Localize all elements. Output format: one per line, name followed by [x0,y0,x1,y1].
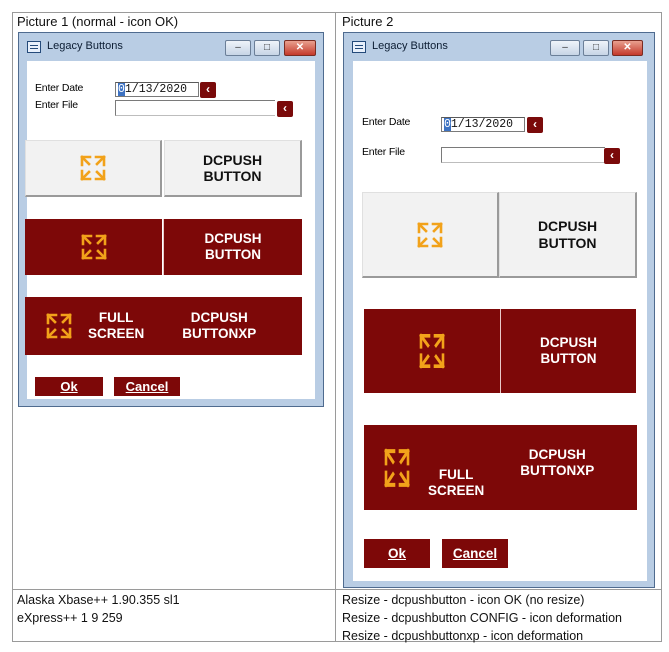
window-title: Legacy Buttons [372,40,448,52]
minimize-button[interactable]: – [225,40,251,56]
dcpush-button-config[interactable]: DCPUSH BUTTON [163,219,302,275]
close-button[interactable]: ✕ [284,40,316,56]
close-icon: ✕ [295,42,305,53]
footer-left-line: eXpress++ 1 9 259 [17,611,123,625]
ok-button[interactable]: Ok [364,539,430,568]
window-title: Legacy Buttons [47,40,123,52]
date-input[interactable]: 01/13/2020 [115,82,199,97]
dcpush-buttonxp-label: DCPUSH BUTTONXP [182,310,257,341]
dcpush-button-label: DCPUSH BUTTON [202,151,263,184]
footer-right-line: Resize - dcpushbutton CONFIG - icon defo… [342,611,622,625]
footer-left: Alaska Xbase++ 1.90.355 sl1 eXpress++ 1 … [17,591,180,627]
fullscreen-label: FULL SCREEN [428,466,485,498]
window-app-icon [352,41,366,53]
fullscreen-expand-icon [419,333,445,369]
legacy-buttons-window-1: Legacy Buttons – □ ✕ Enter Date 01/13/20… [18,32,324,407]
fullscreen-expand-icon [384,447,410,488]
dcpush-buttonxp-label: DCPUSH BUTTONXP [520,446,595,478]
dcpush-buttonxp[interactable]: FULL SCREEN DCPUSH BUTTONXP [364,425,637,510]
dcpush-button-light[interactable]: DCPUSH BUTTON [499,192,637,278]
fullscreen-expand-icon [417,221,443,248]
file-picker-button[interactable]: ‹ [277,101,293,117]
fullscreen-icon-button-light[interactable] [362,192,499,278]
ok-button-label: Ok [387,546,406,561]
close-icon: ✕ [623,42,632,53]
dcpush-button-label: DCPUSH BUTTON [204,231,262,262]
file-label: Enter File [362,146,405,158]
footer-right-line: Resize - dcpushbutton - icon OK (no resi… [342,593,585,607]
footer-right-line: Resize - dcpushbuttonxp - icon deformati… [342,629,584,643]
window-client: Enter Date 01/13/2020 ‹ Enter File ‹ DCP… [353,61,647,581]
date-label: Enter Date [362,116,411,128]
fullscreen-expand-icon [80,155,106,181]
maximize-icon: □ [263,42,271,53]
date-picker-button[interactable]: ‹ [200,82,216,98]
date-value: 1/13/2020 [124,83,188,96]
window-titlebar[interactable]: Legacy Buttons – □ ✕ [344,33,654,61]
chevron-left-icon: ‹ [206,82,210,96]
dcpush-button-config[interactable]: DCPUSH BUTTON [500,309,636,393]
window-app-icon [27,41,41,53]
dcpush-button-light[interactable]: DCPUSH BUTTON [164,140,302,197]
date-input[interactable]: 01/13/2020 [441,117,525,132]
fullscreen-expand-icon [80,234,107,260]
maximize-icon: □ [592,42,600,53]
cancel-button-label: Cancel [125,379,169,394]
legacy-buttons-window-2: Legacy Buttons – □ ✕ Enter Date 01/13/20… [343,32,655,588]
minimize-button[interactable]: – [550,40,580,56]
date-value: 1/13/2020 [450,118,514,131]
window-titlebar[interactable]: Legacy Buttons – □ ✕ [19,33,323,61]
close-button[interactable]: ✕ [612,40,643,56]
picture2-heading: Picture 2 [342,14,394,29]
chevron-left-icon: ‹ [610,148,614,162]
cancel-button[interactable]: Cancel [114,377,180,396]
picture1-heading: Picture 1 (normal - icon OK) [17,14,179,29]
minimize-icon: – [562,42,568,53]
cancel-button-label: Cancel [452,546,498,561]
chevron-left-icon: ‹ [283,101,287,115]
table-divider-horizontal [13,589,661,590]
fullscreen-expand-icon [46,313,72,339]
fullscreen-icon-button-dark[interactable] [364,309,500,393]
minimize-icon: – [235,42,241,53]
window-client: Enter Date 01/13/2020 ‹ Enter File ‹ DCP… [25,61,315,399]
file-input[interactable] [441,147,605,163]
date-cursor: 0 [444,118,451,131]
ok-button[interactable]: Ok [35,377,103,396]
chevron-left-icon: ‹ [533,117,537,131]
file-label: Enter File [35,99,78,111]
table-divider-vertical [335,13,336,641]
footer-right: Resize - dcpushbutton - icon OK (no resi… [342,591,622,645]
cancel-button[interactable]: Cancel [442,539,508,568]
footer-left-line: Alaska Xbase++ 1.90.355 sl1 [17,593,180,607]
fullscreen-label: FULL SCREEN [88,310,145,341]
dcpush-buttonxp[interactable]: FULL SCREEN DCPUSH BUTTONXP [25,297,302,355]
fullscreen-icon-button-dark[interactable] [25,219,162,275]
file-input[interactable] [115,100,275,116]
dcpush-button-label: DCPUSH BUTTON [537,218,598,251]
date-label: Enter Date [35,82,84,94]
maximize-button[interactable]: □ [583,40,609,56]
ok-button-label: Ok [60,379,78,394]
fullscreen-icon-button-light[interactable] [25,140,162,197]
date-cursor: 0 [118,83,125,96]
file-picker-button[interactable]: ‹ [604,148,620,164]
date-picker-button[interactable]: ‹ [527,117,543,133]
comparison-table: Picture 1 (normal - icon OK) Picture 2 L… [12,12,662,645]
maximize-button[interactable]: □ [254,40,280,56]
dcpush-button-label: DCPUSH BUTTON [539,335,597,366]
